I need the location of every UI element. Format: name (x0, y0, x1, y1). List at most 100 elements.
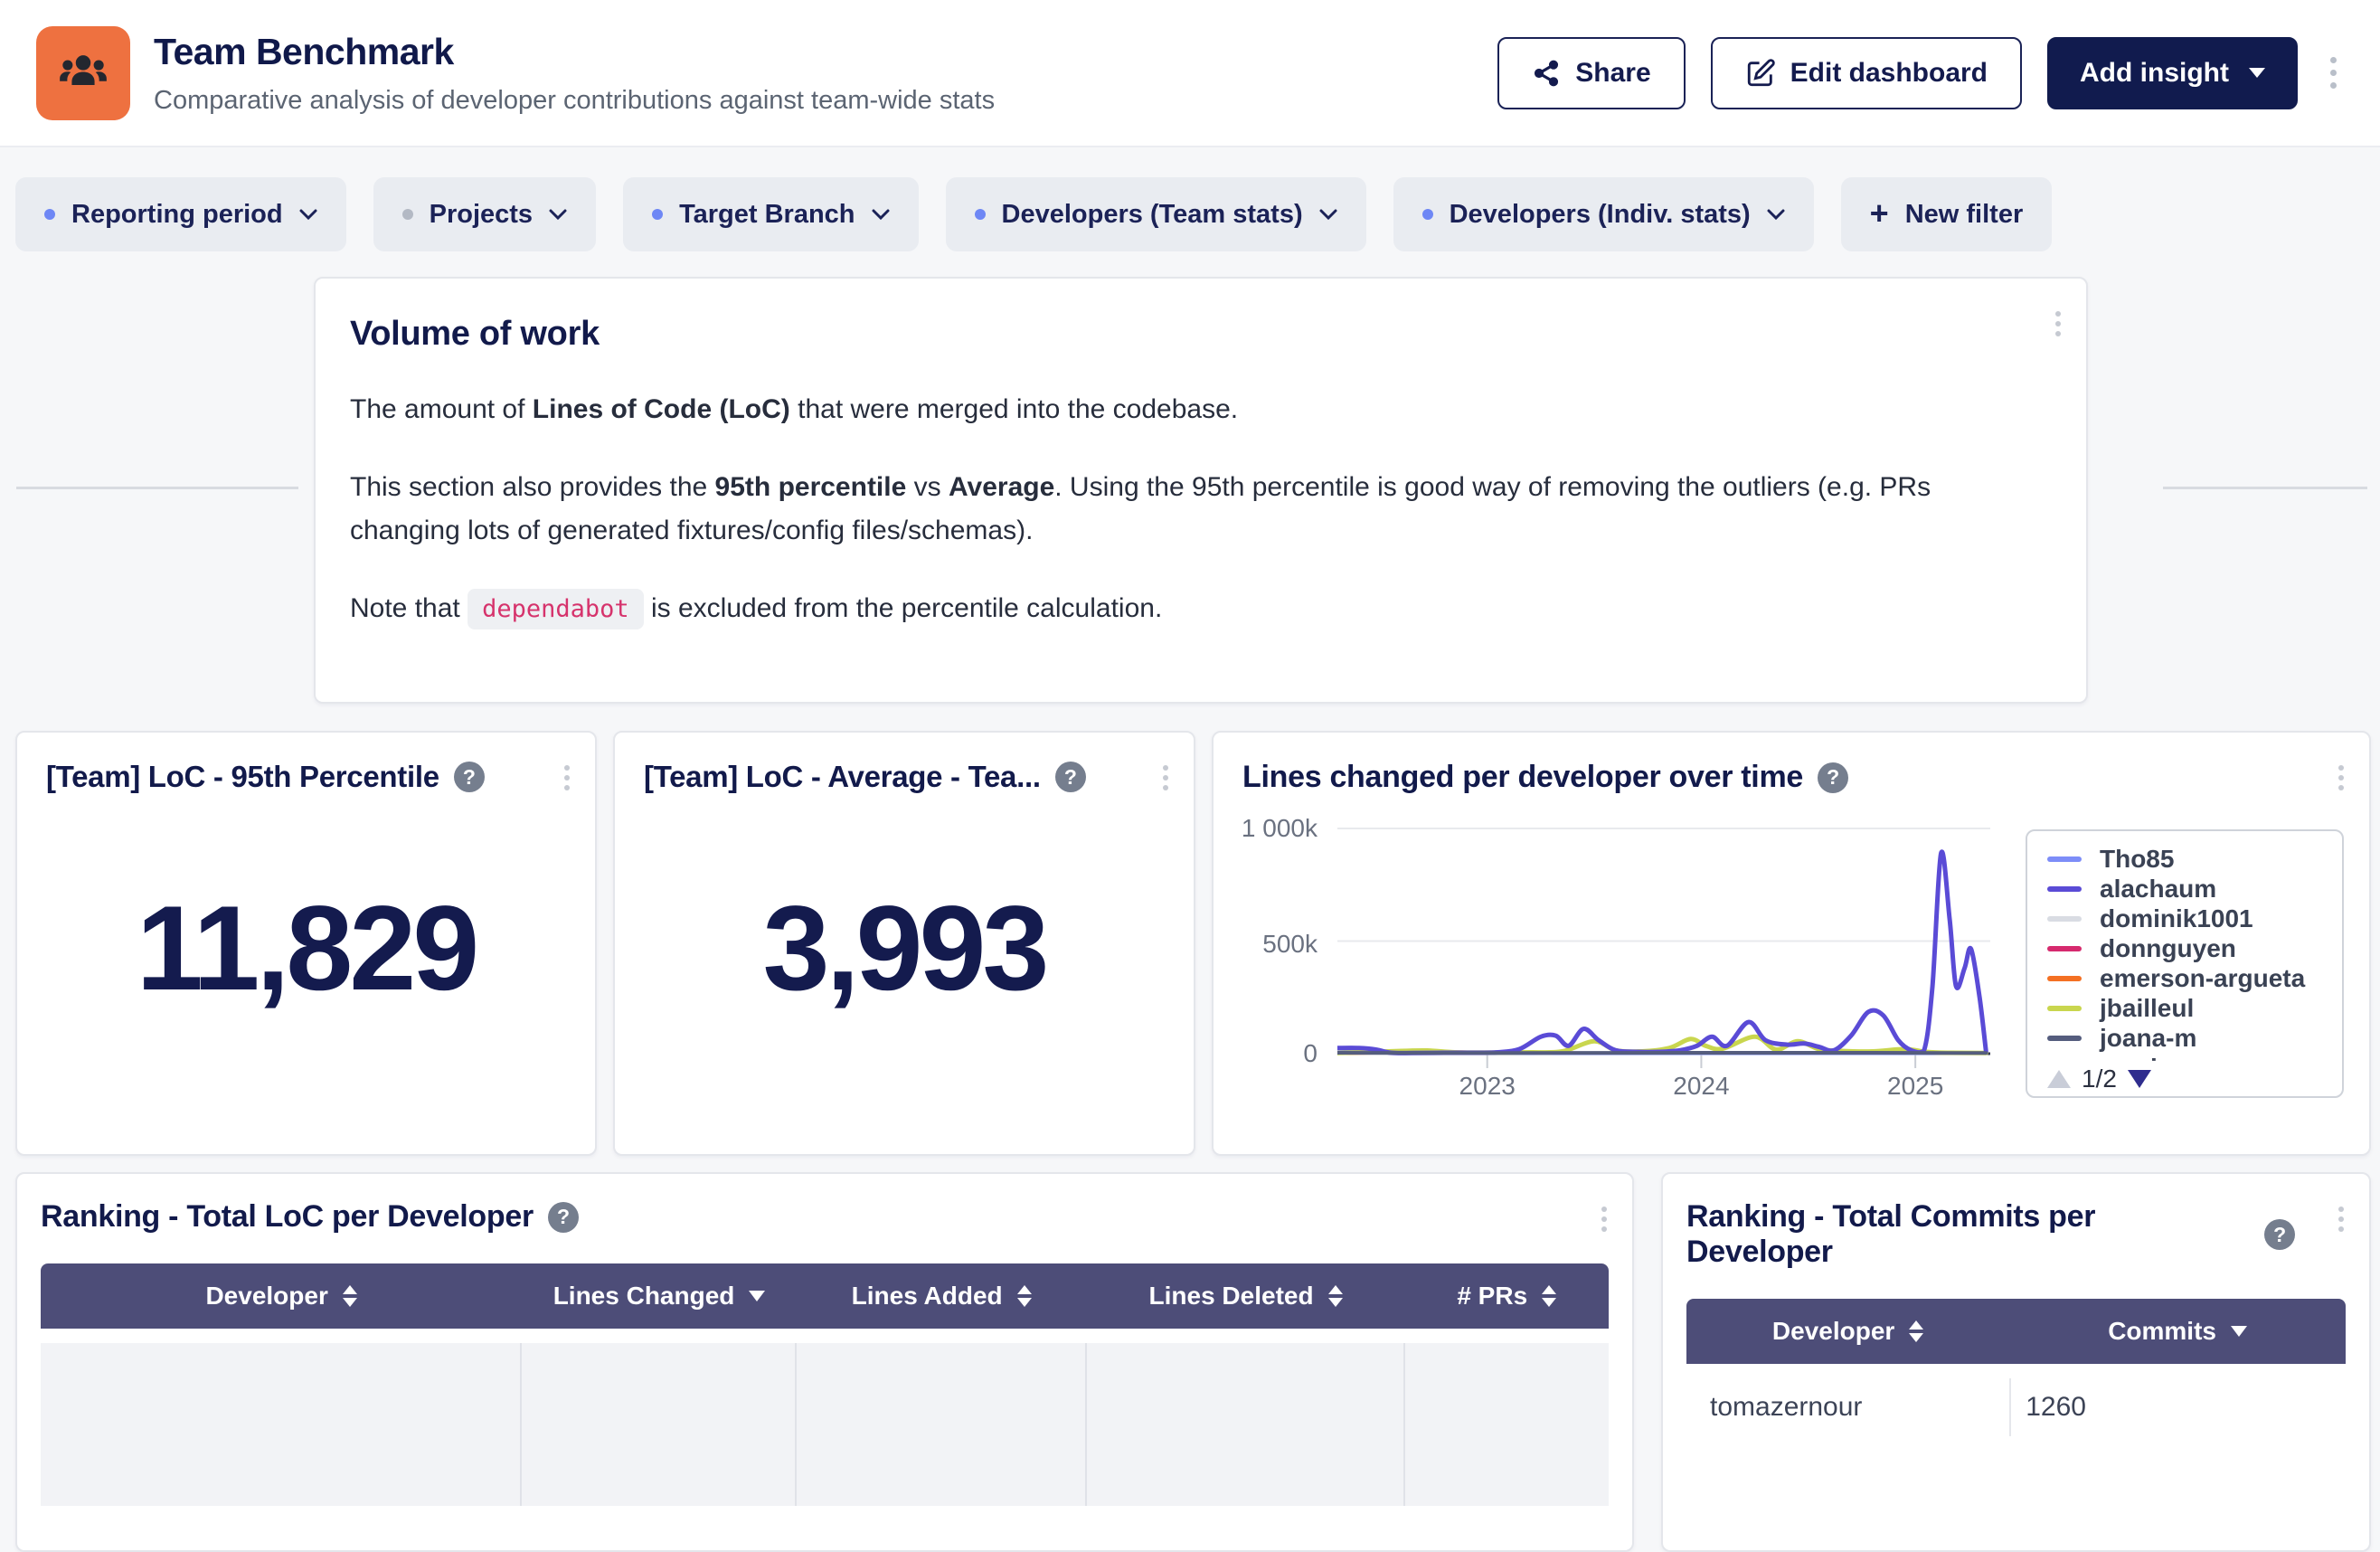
share-label: Share (1575, 58, 1650, 89)
column-label: Commits (2108, 1317, 2216, 1346)
developer-cell: tomazernour (1686, 1392, 2009, 1423)
ranking-loc-table-header: Developer Lines Changed Lines Added Line… (41, 1263, 1609, 1329)
legend-item[interactable]: jbailleul (2047, 993, 2342, 1023)
legend-page-down-icon[interactable] (2128, 1070, 2151, 1088)
sort-desc-icon (749, 1291, 765, 1301)
filter-bar: Reporting period Projects Target Branch … (15, 177, 2052, 251)
legend-label: emerson-argueta (2100, 964, 2305, 993)
ranking-loc-title: Ranking - Total LoC per Developer (41, 1199, 534, 1235)
card-kebab-menu[interactable] (1594, 1199, 1614, 1239)
sort-icon (343, 1285, 357, 1307)
text-run: The amount of (350, 394, 533, 424)
legend-swatch (2047, 1036, 2082, 1041)
new-filter-button[interactable]: + New filter (1841, 177, 2053, 251)
kpi-card-loc-average: [Team] LoC - Average - Tea...? 3,993 (613, 731, 1195, 1156)
text-run-bold: 95th percentile (715, 472, 907, 502)
legend-swatch (2047, 1006, 2082, 1011)
legend-item[interactable]: Tho85 (2047, 844, 2342, 874)
card-kebab-menu[interactable] (2048, 304, 2068, 344)
header-kebab-menu[interactable] (2323, 50, 2344, 96)
legend-swatch (2047, 976, 2082, 981)
filter-developers-team-stats[interactable]: Developers (Team stats) (946, 177, 1366, 251)
volume-paragraph-3: Note that dependabot is excluded from th… (350, 587, 2023, 630)
section-divider-left (16, 487, 298, 489)
add-insight-label: Add insight (2080, 58, 2229, 89)
lines-chart-svg (1337, 823, 1990, 1094)
edit-dashboard-button[interactable]: Edit dashboard (1711, 37, 2022, 109)
filter-dot (1422, 209, 1433, 220)
x-axis-tick: 2025 (1887, 1072, 1943, 1101)
column-label: # PRs (1457, 1282, 1527, 1311)
legend-item[interactable]: donnguyen (2047, 933, 2342, 963)
column-header-commits[interactable]: Commits (2009, 1317, 2346, 1346)
text-run-bold: Average (949, 472, 1054, 502)
column-header-lines-deleted[interactable]: Lines Deleted (1087, 1282, 1405, 1311)
chevron-down-icon (549, 209, 567, 221)
legend-item[interactable]: alachaum (2047, 874, 2342, 904)
y-axis-tick: 0 (1214, 1039, 1318, 1068)
filter-reporting-period[interactable]: Reporting period (15, 177, 346, 251)
volume-of-work-card: Volume of work The amount of Lines of Co… (314, 277, 2088, 704)
column-header-developer[interactable]: Developer (41, 1282, 522, 1311)
page-subtitle: Comparative analysis of developer contri… (154, 86, 1497, 116)
column-header-lines-added[interactable]: Lines Added (797, 1282, 1087, 1311)
filter-developers-indiv-stats[interactable]: Developers (Indiv. stats) (1393, 177, 1814, 251)
ranking-commits-table-header: Developer Commits (1686, 1299, 2346, 1364)
text-run: This section also provides the (350, 472, 715, 502)
legend-item[interactable]: dominik1001 (2047, 904, 2342, 933)
table-row (41, 1343, 1609, 1506)
share-button[interactable]: Share (1497, 37, 1685, 109)
help-icon[interactable]: ? (2264, 1219, 2295, 1250)
sort-desc-icon (2231, 1326, 2247, 1337)
card-kebab-menu[interactable] (557, 758, 577, 798)
add-insight-button[interactable]: Add insight (2047, 37, 2298, 109)
ranking-loc-card: Ranking - Total LoC per Developer? Devel… (15, 1172, 1634, 1552)
legend-label: donnguyen (2100, 934, 2236, 963)
edit-dashboard-label: Edit dashboard (1790, 58, 1988, 89)
legend-swatch (2047, 916, 2082, 922)
volume-paragraph-1: The amount of Lines of Code (LoC) that w… (350, 388, 2023, 431)
filter-dot (975, 209, 986, 220)
ranking-commits-title: Ranking - Total Commits per Developer (1686, 1199, 2250, 1270)
chart-legend: Tho85 alachaum dominik1001 donnguyen eme… (2026, 829, 2344, 1098)
section-divider-right (2163, 487, 2367, 489)
filter-projects[interactable]: Projects (373, 177, 596, 251)
column-label: Developer (1772, 1317, 1894, 1346)
help-icon[interactable]: ? (548, 1202, 579, 1233)
filter-label: Developers (Indiv. stats) (1450, 200, 1751, 230)
y-axis-tick: 1 000k (1214, 814, 1318, 843)
column-header-lines-changed[interactable]: Lines Changed (522, 1282, 796, 1311)
ranking-commits-card: Ranking - Total Commits per Developer? D… (1661, 1172, 2371, 1552)
table-row: tomazernour 1260 (1686, 1378, 2346, 1436)
card-kebab-menu[interactable] (1156, 758, 1176, 798)
legend-item[interactable]: joana-m (2047, 1023, 2342, 1053)
dependabot-code-chip: dependabot (468, 589, 644, 629)
filter-target-branch[interactable]: Target Branch (623, 177, 918, 251)
column-header-prs[interactable]: # PRs (1405, 1282, 1609, 1311)
sort-icon (1542, 1285, 1556, 1307)
legend-swatch (2047, 886, 2082, 892)
lines-changed-chart-card: Lines changed per developer over time? 1… (1212, 731, 2371, 1156)
commits-cell: 1260 (2009, 1378, 2346, 1436)
filter-label: Developers (Team stats) (1002, 200, 1303, 230)
legend-item[interactable]: maxime (2047, 1053, 2342, 1061)
text-run: Note that (350, 593, 468, 623)
filter-label: Projects (430, 200, 533, 230)
text-run: that were merged into the codebase. (790, 394, 1238, 424)
legend-item[interactable]: emerson-argueta (2047, 963, 2342, 993)
volume-card-title: Volume of work (350, 315, 2052, 354)
chevron-down-icon (1767, 209, 1785, 221)
legend-label: alachaum (2100, 875, 2216, 904)
kpi-value: 3,993 (644, 771, 1165, 1127)
table-row-padding (41, 1329, 1609, 1343)
column-header-developer[interactable]: Developer (1686, 1317, 2009, 1346)
legend-page-up-icon[interactable] (2047, 1070, 2071, 1088)
legend-label: Tho85 (2100, 845, 2174, 874)
column-label: Lines Deleted (1149, 1282, 1314, 1311)
filter-dot (652, 209, 663, 220)
sort-icon (1328, 1285, 1343, 1307)
volume-paragraph-2: This section also provides the 95th perc… (350, 466, 2023, 553)
card-kebab-menu[interactable] (2331, 1199, 2351, 1239)
kpi-value: 11,829 (46, 771, 566, 1127)
top-bar: Team Benchmark Comparative analysis of d… (0, 0, 2380, 147)
